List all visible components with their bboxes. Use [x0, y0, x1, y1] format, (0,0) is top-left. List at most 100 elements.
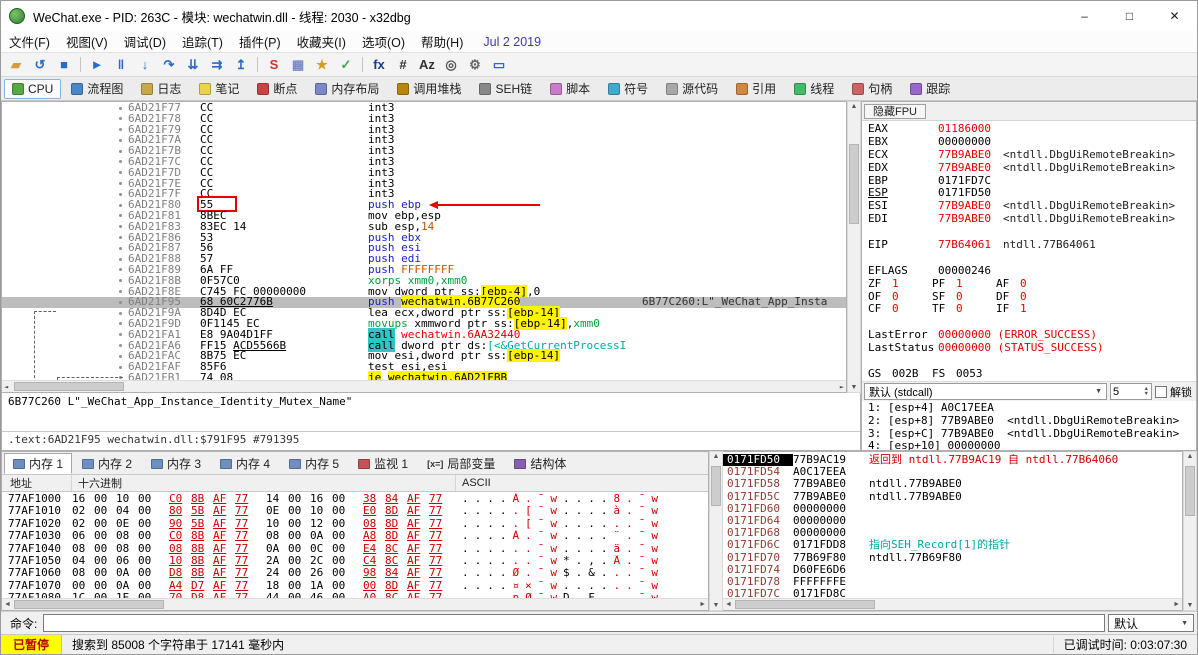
trace-over-icon[interactable]: ⇉ — [206, 55, 228, 75]
menu-item[interactable]: 收藏夹(I) — [289, 30, 354, 53]
dump-row[interactable]: 77AF1030 06 00 08 00 C0 8B AF 77 08 00 0A 00 A8 8D AF 77… — [2, 529, 708, 542]
register-row[interactable]: EAX 01186000 — [868, 122, 1190, 136]
args-count-spinner[interactable]: 5 ▲ ▼ — [1110, 383, 1152, 400]
dump-row[interactable]: 77AF1060 08 00 0A 00 D8 8B AF 77 24 00 26 00 98 84 AF 77… — [2, 566, 708, 579]
register-row[interactable]: ZF 1 PF 1 AF 0 — [868, 277, 1190, 291]
stack-row[interactable]: 0171FD60 00000000 — [723, 502, 1182, 515]
command-profile-select[interactable]: 默认 ▼ — [1108, 614, 1194, 632]
tab-dump-3[interactable]: 内存 3 — [142, 453, 210, 474]
menu-item[interactable]: 选项(O) — [354, 30, 413, 53]
scroll-up-icon[interactable]: ▲ — [710, 453, 722, 460]
argument-row[interactable]: 1: [esp+4] A0C17EEA — [868, 401, 1190, 415]
menu-item[interactable]: 视图(V) — [58, 30, 116, 53]
tab-notes[interactable]: 笔记 — [191, 79, 247, 99]
tab-cpu[interactable]: CPU — [4, 78, 62, 99]
functions-icon[interactable]: fx — [368, 55, 390, 75]
register-row[interactable]: OF 0 SF 0 DF 0 — [868, 290, 1190, 304]
hide-fpu-button[interactable]: 隐藏FPU — [864, 103, 926, 119]
patches-icon[interactable]: # — [392, 55, 414, 75]
scrollbar-thumb[interactable] — [14, 382, 124, 391]
stack-h-scrollbar[interactable]: ◄ ► — [723, 598, 1182, 610]
pause-icon[interactable]: ‖ — [110, 55, 132, 75]
scroll-right-icon[interactable]: ► — [1173, 599, 1180, 611]
tab-references[interactable]: 引用 — [728, 79, 784, 99]
stack-v-scrollbar[interactable]: ▲ ▼ — [1183, 451, 1197, 611]
close-button[interactable]: ✕ — [1152, 1, 1197, 31]
disasm-v-scrollbar[interactable]: ▲ ▼ — [847, 101, 861, 393]
step-into-icon[interactable]: ↓ — [134, 55, 156, 75]
menu-item[interactable]: 追踪(T) — [174, 30, 231, 53]
dump-row[interactable]: 77AF1010 02 00 04 00 80 5B AF 77 0E 00 10 00 E0 8D AF 77… — [2, 504, 708, 517]
tab-dump-2[interactable]: 内存 2 — [73, 453, 141, 474]
scroll-up-icon[interactable]: ▲ — [1184, 453, 1196, 460]
argument-row[interactable]: 4: [esp+10] 00000000 — [868, 440, 1190, 450]
dump-v-scrollbar[interactable]: ▲ ▼ — [709, 451, 723, 611]
tab-watch-1[interactable]: 监视 1 — [349, 453, 417, 474]
dump-row[interactable]: 77AF1050 04 00 06 00 10 8B AF 77 2A 00 2C 00 C4 8C AF 77… — [2, 554, 708, 567]
tab-source[interactable]: 源代码 — [658, 79, 726, 99]
tab-dump-4[interactable]: 内存 4 — [211, 453, 279, 474]
stack-row[interactable]: 0171FD64 00000000 — [723, 514, 1182, 527]
scroll-down-icon[interactable]: ▼ — [1184, 602, 1196, 609]
scroll-left-icon[interactable]: ◄ — [4, 381, 8, 392]
run-icon[interactable]: ► — [86, 55, 108, 75]
scylla-icon[interactable]: S — [263, 55, 285, 75]
disasm-h-scrollbar[interactable]: ◄ ► — [2, 380, 846, 392]
tab-graph[interactable]: 流程图 — [63, 79, 131, 99]
tab-threads[interactable]: 线程 — [786, 79, 842, 99]
register-row[interactable]: EIP 77B64061 ntdll.77B64061 — [868, 238, 1190, 252]
scroll-left-icon[interactable]: ◄ — [4, 599, 11, 611]
scrollbar-thumb[interactable] — [711, 466, 721, 506]
scroll-down-icon[interactable]: ▼ — [848, 384, 860, 391]
tab-trace[interactable]: 跟踪 — [902, 79, 958, 99]
maximize-button[interactable]: □ — [1107, 1, 1152, 31]
tab-dump-1[interactable]: 内存 1 — [4, 453, 73, 474]
register-row[interactable]: EDI 77B9ABE0 <ntdll.DbgUiRemoteBreakin> — [868, 212, 1190, 226]
tab-symbols[interactable]: 符号 — [600, 79, 656, 99]
execute-till-return-icon[interactable]: ↥ — [230, 55, 252, 75]
tab-script[interactable]: 脚本 — [542, 79, 598, 99]
tab-locals[interactable]: [x=] 局部变量 — [418, 453, 504, 474]
check-icon[interactable]: ✓ — [335, 55, 357, 75]
menu-item[interactable]: 文件(F) — [1, 30, 58, 53]
settings-icon[interactable]: ⚙ — [464, 55, 486, 75]
tab-struct[interactable]: 结构体 — [505, 453, 575, 474]
scroll-right-icon[interactable]: ► — [840, 381, 844, 392]
scrollbar-thumb[interactable] — [14, 600, 164, 609]
register-row[interactable] — [868, 252, 1190, 265]
tab-memory-map[interactable]: 内存布局 — [307, 79, 387, 99]
stack-row[interactable]: 0171FD5C 77B9ABE0 ntdll.77B9ABE0 — [723, 490, 1182, 503]
stack-row[interactable]: 0171FD68 00000000 — [723, 526, 1182, 539]
calling-convention-select[interactable]: 默认 (stdcall) ▼ — [864, 383, 1107, 400]
dump-row[interactable]: 77AF1070 00 00 0A 00 A4 D7 AF 77 18 00 1A 00 00 8D AF 77… — [2, 579, 708, 592]
menu-item[interactable]: 帮助(H) — [413, 30, 471, 53]
tab-seh[interactable]: SEH链 — [471, 79, 540, 99]
menu-item[interactable]: 调试(D) — [116, 30, 174, 53]
dump-row[interactable]: 77AF1000 16 00 10 00 C0 8B AF 77 14 00 16 00 38 84 AF 77… — [2, 492, 708, 505]
register-row[interactable]: EDX 77B9ABE0 <ntdll.DbgUiRemoteBreakin> — [868, 161, 1190, 175]
register-row[interactable]: LastStatus 00000000 (STATUS_SUCCESS) — [868, 341, 1190, 355]
stack-row[interactable]: 0171FD70 77B69F80 ntdll.77B69F80 — [723, 551, 1182, 564]
dump-h-scrollbar[interactable]: ◄ ► — [2, 598, 708, 610]
register-row[interactable]: EFLAGS 00000246 — [868, 264, 1190, 278]
stack-row[interactable]: 0171FD58 77B9ABE0 ntdll.77B9ABE0 — [723, 478, 1182, 490]
dump-row[interactable]: 77AF1040 08 00 08 00 08 8B AF 77 0A 00 0C 00 E4 8C AF 77… — [2, 542, 708, 555]
tab-handles[interactable]: 句柄 — [844, 79, 900, 99]
scrollbar-thumb[interactable] — [849, 144, 859, 224]
register-row[interactable]: GS 002B FS 0053 — [868, 367, 1190, 381]
register-row[interactable]: EBX 00000000 — [868, 135, 1190, 149]
step-over-icon[interactable]: ↷ — [158, 55, 180, 75]
tab-call-stack[interactable]: 调用堆栈 — [389, 79, 469, 99]
command-input[interactable] — [43, 614, 1105, 632]
menu-item[interactable]: 插件(P) — [231, 30, 289, 53]
unlock-checkbox[interactable]: 解锁 — [1155, 384, 1194, 400]
tab-log[interactable]: 日志 — [133, 79, 189, 99]
trace-into-icon[interactable]: ⇊ — [182, 55, 204, 75]
stack-row[interactable]: 0171FD74 D60FE6D6 — [723, 563, 1182, 576]
memory-map-icon[interactable]: ▦ — [287, 55, 309, 75]
tab-dump-5[interactable]: 内存 5 — [280, 453, 348, 474]
stack-row[interactable]: 0171FD7C 0171FD8C — [723, 587, 1182, 598]
strings-icon[interactable]: Az — [416, 55, 438, 75]
scroll-left-icon[interactable]: ◄ — [725, 599, 732, 611]
scrollbar-thumb[interactable] — [1185, 466, 1195, 516]
